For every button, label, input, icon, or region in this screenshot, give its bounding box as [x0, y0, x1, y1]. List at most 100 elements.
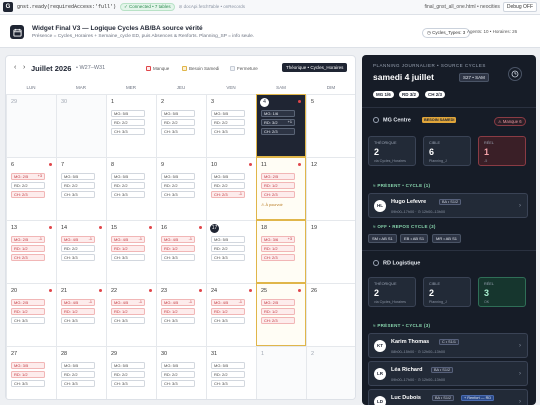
repos-chip: MR • AB S1: [432, 234, 461, 243]
calendar-day-cell[interactable]: 16 MG: 4/5 -1 RD: 1/2 CH: 3/3: [156, 220, 206, 283]
cycles-types-chip[interactable]: ◷ Cycles_Types: 3: [422, 28, 471, 38]
chip-delta: -1: [138, 237, 142, 241]
calendar-day-cell[interactable]: 13 MG: 2/5 -1 RD: 1/2 CH: 2/3: [6, 220, 56, 283]
next-month-button[interactable]: ›: [23, 64, 25, 71]
staffing-chip: CH: 2/3: [11, 191, 45, 198]
stat-cible: CIBLE 2 Planning_J: [423, 277, 471, 307]
calendar-day-cell[interactable]: 30: [56, 94, 106, 157]
agents-count: Agents: 10 • Horaires: 26: [467, 29, 518, 34]
chip-label: CH: 3/3: [214, 129, 228, 134]
calendar-day-cell[interactable]: 19: [306, 220, 355, 283]
legend-label: Besoin Samedi: [189, 66, 220, 71]
cycle-badge: BA • S1/2: [431, 367, 454, 373]
calendar-day-cell[interactable]: 27 MG: 3/5 RD: 1/2 CH: 3/3: [6, 346, 56, 399]
chip-label: RD: 1/2: [114, 246, 128, 251]
manque-dot-icon: [298, 163, 301, 166]
staffing-chip: RD: 1/2: [61, 308, 95, 315]
staffing-chip: CH: 3/3: [161, 380, 195, 387]
calendar-day-cell[interactable]: 31 MG: 5/5 RD: 2/2 CH: 3/3: [206, 346, 256, 399]
day-number: 29: [111, 351, 118, 357]
cycle-badge: BA • S1/2: [432, 395, 455, 401]
calendar-day-cell[interactable]: 3 MG: 5/5 RD: 2/2 CH: 3/3: [206, 94, 256, 157]
chip-label: MG: 3/6: [264, 237, 279, 242]
calendar-day-cell[interactable]: 25 MG: 2/5 RD: 1/2 CH: 2/3: [256, 283, 306, 346]
calendar-day-cell[interactable]: 9 MG: 5/5 RD: 2/2 CH: 3/3: [156, 157, 206, 220]
staffing-chip: MG: 4/5 -1: [61, 236, 95, 243]
chip-label: CH: 2/3: [14, 255, 28, 260]
chip-label: MG: 2/5: [264, 174, 279, 179]
calendar-day-cell[interactable]: 10 MG: 5/5 RD: 2/2 CH: 2/3 -1: [206, 157, 256, 220]
chip-label: RD: 2/2: [164, 120, 178, 125]
staffing-chip: RD: 1/2: [211, 308, 245, 315]
chip-label: MG: 5/5: [114, 174, 129, 179]
calendar-day-cell[interactable]: 22 MG: 4/5 -1 RD: 1/2 CH: 3/3: [106, 283, 156, 346]
calendar-day-cell[interactable]: 6 MG: 2/5 +3 RD: 2/2 CH: 2/3: [6, 157, 56, 220]
calendar-day-cell[interactable]: 12: [306, 157, 355, 220]
stat-theorique: THÉORIQUE 2 via Cycles_Horaires: [368, 277, 416, 307]
agent-card[interactable]: KT Karim Thomas C • S1/1 08h00–15h00 · ⊙…: [368, 333, 528, 358]
staffing-chip: CH: 3/3: [61, 254, 95, 261]
staffing-chip: MG: 4/5 -1: [161, 299, 195, 306]
staffing-chip: CH: 3/3: [111, 317, 145, 324]
calendar-day-cell[interactable]: 21 MG: 4/5 -1 RD: 1/2 CH: 3/3: [56, 283, 106, 346]
chip-label: MG: 1/6: [264, 111, 279, 116]
staffing-chip: CH: 3/3: [161, 191, 195, 198]
chip-label: CH: 3/3: [14, 318, 28, 323]
day-number: 1: [261, 351, 265, 357]
staffing-chip: MG: 5/5: [211, 236, 245, 243]
prev-month-button[interactable]: ‹: [14, 64, 16, 71]
calendar-day-cell[interactable]: 1 MG: 5/5 RD: 2/2 CH: 3/3: [106, 94, 156, 157]
calendar-day-cell[interactable]: 11 MG: 2/5 RD: 1/2 CH: 2/3 ⚠ À pourvoir: [256, 157, 306, 220]
site-icon: [373, 117, 379, 123]
debug-toggle-button[interactable]: Debug OFF: [502, 2, 537, 12]
stat-sub: OK: [484, 300, 490, 304]
day-number: 25: [261, 288, 268, 294]
staffing-chip: RD: 1/2: [261, 245, 295, 252]
clock-icon[interactable]: [508, 67, 522, 81]
calendar-day-cell[interactable]: 29 MG: 5/5 RD: 2/2 CH: 3/3: [106, 346, 156, 399]
calendar-day-cell[interactable]: 7 MG: 5/5 RD: 2/2 CH: 3/3: [56, 157, 106, 220]
calendar-day-cell[interactable]: 2: [306, 346, 355, 399]
calendar-day-cell[interactable]: 20 MG: 2/5 RD: 1/2 CH: 3/3: [6, 283, 56, 346]
staffing-chip: CH: 3/3: [111, 191, 145, 198]
calendar-day-cell[interactable]: 1: [256, 346, 306, 399]
manque-dot-icon: [149, 226, 152, 229]
calendar-day-cell[interactable]: 5: [306, 94, 355, 157]
calendar-day-cell[interactable]: 24 MG: 4/5 -1 RD: 1/2 CH: 3/3: [206, 283, 256, 346]
manque-dot-icon: [199, 226, 202, 229]
page-title: Widget Final V3 — Logique Cycles AB/BA s…: [32, 25, 203, 32]
calendar-day-cell[interactable]: 18 MG: 3/6 +3 RD: 1/2 CH: 2/3: [256, 220, 306, 283]
calendar-day-cell[interactable]: 8 MG: 5/5 RD: 2/2 CH: 3/3: [106, 157, 156, 220]
chip-label: MG: 4/5: [164, 237, 179, 242]
day-number: 30: [61, 99, 68, 105]
day-number: 8: [111, 162, 115, 168]
calendar-day-cell[interactable]: 29: [6, 94, 56, 157]
view-mode-button[interactable]: Théorique • Cycles_Horaires: [282, 63, 348, 72]
agent-card[interactable]: LD Luc Dubois BA • S1/2 + Renfort — RD ›: [368, 389, 528, 405]
calendar-day-cell[interactable]: 14 MG: 4/5 -1 RD: 2/2 CH: 3/3: [56, 220, 106, 283]
calendar-day-cell[interactable]: 2 MG: 5/5 RD: 2/2 CH: 3/3: [156, 94, 206, 157]
legend-swatch: [182, 66, 187, 71]
calendar-day-cell[interactable]: 28 MG: 5/5 RD: 2/2 CH: 3/3: [56, 346, 106, 399]
staffing-chip: CH: 3/3: [211, 254, 245, 261]
week-chip: S27 • SAM: [459, 73, 489, 82]
day-number: 30: [161, 351, 168, 357]
calendar-day-cell[interactable]: 30 MG: 5/5 RD: 2/2 CH: 3/3: [156, 346, 206, 399]
staffing-chip: RD: 2/2: [111, 182, 145, 189]
chip-label: CH: 3/3: [64, 192, 78, 197]
staffing-chip: RD: 2/2: [161, 182, 195, 189]
calendar-day-cell[interactable]: 26: [306, 283, 355, 346]
agent-card[interactable]: HL Hugo Lefevre BA • S1/2 09h00–17h00 · …: [368, 193, 528, 218]
staffing-chip: RD: 2/2: [211, 119, 245, 126]
chip-label: MG: 2/5: [14, 174, 29, 179]
agent-card[interactable]: LR Léa Richard BA • S1/2 09h00–17h00 · ⊙…: [368, 361, 528, 386]
calendar-day-cell[interactable]: 17 MG: 5/5 RD: 2/2 CH: 3/3: [206, 220, 256, 283]
page-subtitle: Présence = Cycles_Horaires + Semaine_cyc…: [32, 34, 255, 39]
day-number: 5: [311, 99, 315, 105]
calendar-day-cell[interactable]: 4 MG: 1/6 RD: 3/2 +1 CH: 2/3: [256, 94, 306, 157]
chip-label: MG: 2/5: [264, 300, 279, 305]
calendar-day-cell[interactable]: 23 MG: 4/5 -1 RD: 1/2 CH: 3/3: [156, 283, 206, 346]
staffing-chip: CH: 3/3: [61, 191, 95, 198]
calendar-day-cell[interactable]: 15 MG: 4/5 -1 RD: 1/2 CH: 3/3: [106, 220, 156, 283]
chip-label: RD: 2/2: [214, 120, 228, 125]
